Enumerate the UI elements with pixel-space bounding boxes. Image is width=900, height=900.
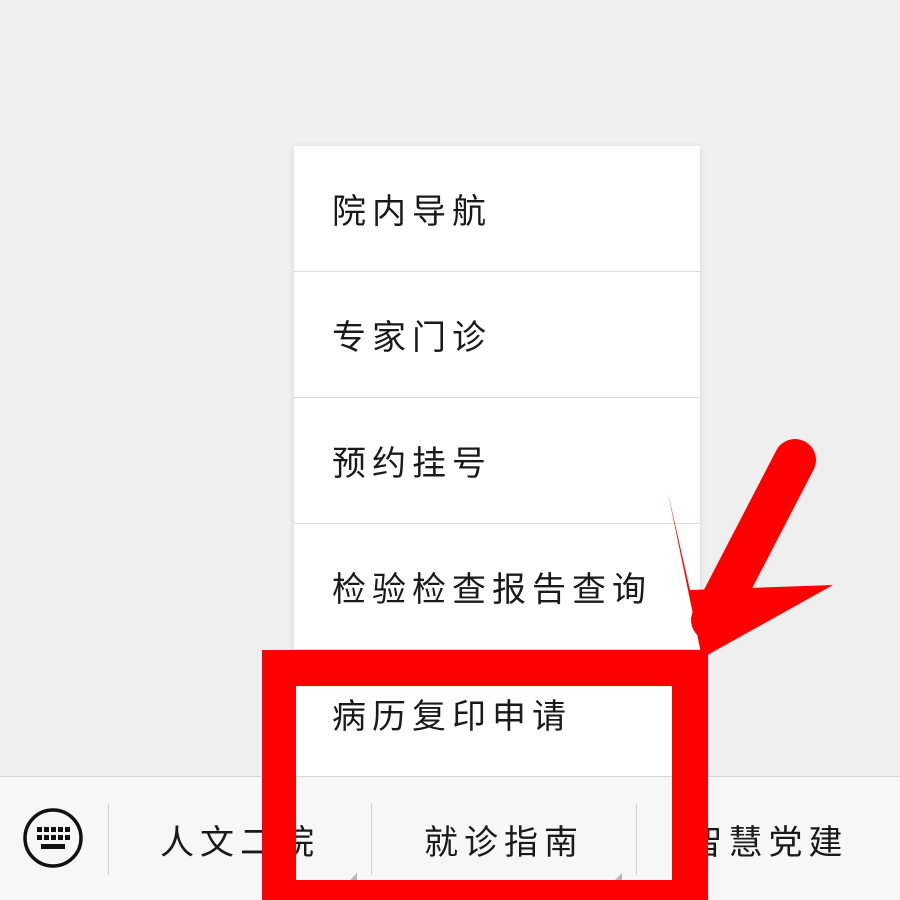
menu-item-expert-clinic[interactable]: 专家门诊 xyxy=(294,272,700,398)
menu-item-label: 病历复印申请 xyxy=(332,696,572,737)
tab-visit-guide[interactable]: 就诊指南 xyxy=(372,777,636,900)
menu-item-hospital-navigation[interactable]: 院内导航 xyxy=(294,146,700,272)
tab-label: 就诊指南 xyxy=(424,822,584,863)
tab-label: 智慧党建 xyxy=(688,822,849,863)
tab-smart-party[interactable]: 智慧党建 xyxy=(637,777,900,900)
keyboard-toggle-button[interactable] xyxy=(22,807,84,869)
submenu-popup: 院内导航 专家门诊 预约挂号 检验检查报告查询 病历复印申请 xyxy=(294,146,700,776)
menu-item-label: 院内导航 xyxy=(332,192,492,232)
submenu-indicator-icon xyxy=(612,873,622,883)
menu-item-appointment-registration[interactable]: 预约挂号 xyxy=(294,398,700,524)
menu-item-label: 专家门诊 xyxy=(332,318,492,358)
wechat-menu-screen: 院内导航 专家门诊 预约挂号 检验检查报告查询 病历复印申请 人文二院 就诊指南… xyxy=(0,0,900,900)
menu-item-label: 预约挂号 xyxy=(332,444,492,484)
keyboard-icon xyxy=(23,808,83,868)
bottom-menu-bar: 人文二院 就诊指南 智慧党建 xyxy=(0,776,900,900)
menu-item-label: 检验检查报告查询 xyxy=(332,570,652,610)
menu-item-lab-report-query[interactable]: 检验检查报告查询 xyxy=(294,524,700,650)
menu-item-medical-record-copy[interactable]: 病历复印申请 xyxy=(294,650,700,776)
tab-label: 人文二院 xyxy=(160,822,320,863)
tab-humanities[interactable]: 人文二院 xyxy=(109,777,371,900)
submenu-indicator-icon xyxy=(347,873,357,883)
